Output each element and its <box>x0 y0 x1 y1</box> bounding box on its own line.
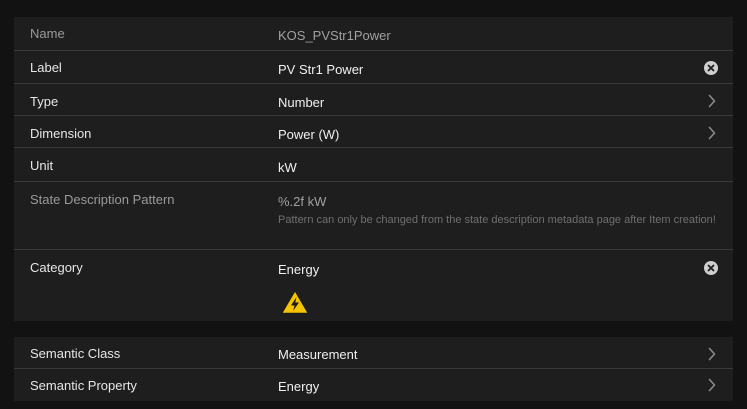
name-row: Name KOS_PVStr1Power <box>14 17 733 51</box>
name-value: KOS_PVStr1Power <box>278 28 391 43</box>
label-label: Label <box>30 60 62 75</box>
chevron-right-icon[interactable] <box>708 378 716 392</box>
lightning-warning-icon <box>280 289 310 315</box>
type-row[interactable]: Type Number <box>14 84 733 116</box>
semantic-property-row[interactable]: Semantic Property Energy <box>14 369 733 401</box>
category-input[interactable]: Energy <box>278 262 319 277</box>
name-label: Name <box>30 26 65 41</box>
dimension-label: Dimension <box>30 126 92 141</box>
semantic-class-label: Semantic Class <box>30 346 121 361</box>
unit-input[interactable]: kW <box>278 160 297 175</box>
semantic-class-value[interactable]: Measurement <box>278 347 357 362</box>
category-row[interactable]: Category Energy <box>14 250 733 321</box>
state-pattern-value: %.2f kW <box>278 194 327 209</box>
unit-label: Unit <box>30 158 54 173</box>
item-properties-list: Name KOS_PVStr1Power Label PV Str1 Power… <box>14 17 733 321</box>
clear-category-icon[interactable] <box>704 261 718 275</box>
dimension-value[interactable]: Power (W) <box>278 127 339 142</box>
state-pattern-label: State Description Pattern <box>30 192 175 207</box>
type-label: Type <box>30 94 59 109</box>
dimension-row[interactable]: Dimension Power (W) <box>14 116 733 148</box>
unit-row[interactable]: Unit kW <box>14 148 733 182</box>
state-pattern-row: State Description Pattern %.2f kW Patter… <box>14 182 733 250</box>
chevron-right-icon[interactable] <box>708 94 716 108</box>
semantic-property-label: Semantic Property <box>30 378 137 393</box>
chevron-right-icon[interactable] <box>708 126 716 140</box>
clear-label-icon[interactable] <box>704 61 718 75</box>
category-label: Category <box>30 260 83 275</box>
type-value[interactable]: Number <box>278 95 324 110</box>
semantic-property-value[interactable]: Energy <box>278 379 319 394</box>
semantics-list: Semantic Class Measurement Semantic Prop… <box>14 337 733 401</box>
label-input[interactable]: PV Str1 Power <box>278 62 363 77</box>
semantic-class-row[interactable]: Semantic Class Measurement <box>14 337 733 369</box>
chevron-right-icon[interactable] <box>708 347 716 361</box>
label-row[interactable]: Label PV Str1 Power <box>14 51 733 84</box>
state-pattern-hint: Pattern can only be changed from the sta… <box>278 214 716 226</box>
